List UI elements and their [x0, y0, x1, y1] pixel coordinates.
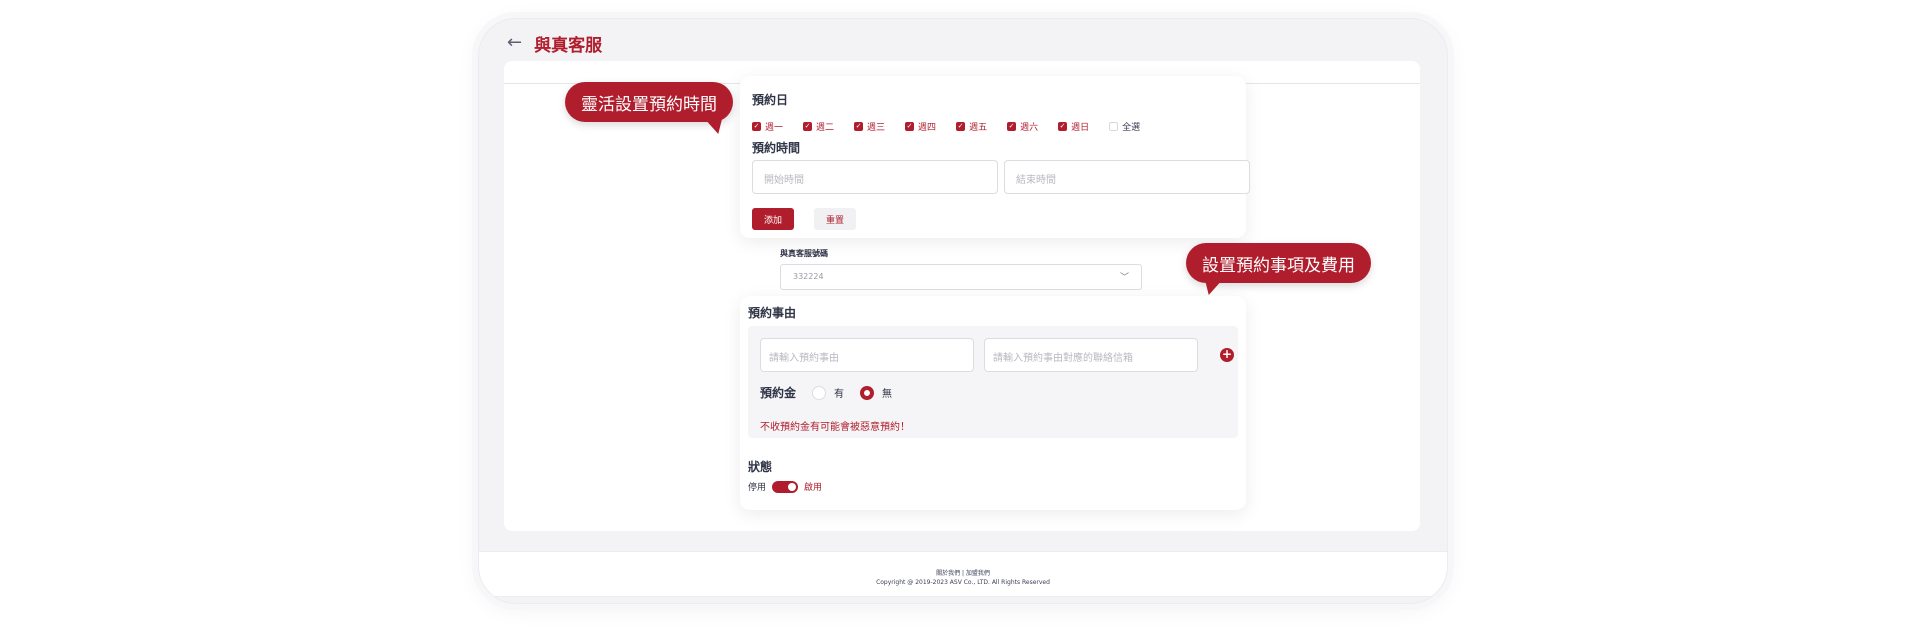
- fax-number-select[interactable]: 332224 ﹀: [780, 264, 1142, 290]
- reason-input[interactable]: 請輸入預約事由: [760, 338, 974, 372]
- deposit-yes-radio[interactable]: [812, 385, 827, 400]
- footer: 關於我們 | 加盟我們 Copyright @ 2019-2023 ASV Co…: [479, 551, 1447, 597]
- reason-box: 請輸入預約事由 請輸入預約事由對應的聯絡信箱 + 預約金 有 無 不收預約金有可…: [748, 326, 1238, 438]
- days-row: ✓ 週一 ✓ 週二 ✓ 週三 ✓ 週四 ✓ 週五 ✓ 週六 ✓ 週日 全選: [752, 120, 1160, 133]
- day-checkbox-fri[interactable]: ✓ 週五: [956, 120, 987, 133]
- check-icon: ✓: [905, 122, 915, 131]
- start-time-input[interactable]: 開始時間: [752, 160, 998, 194]
- reason-panel: 預約事由 請輸入預約事由 請輸入預約事由對應的聯絡信箱 + 預約金 有 無 不收…: [740, 296, 1246, 510]
- status-row: 停用 啟用: [748, 480, 822, 493]
- status-off-label: 停用: [748, 483, 767, 493]
- top-bar: ← 與真客服: [507, 25, 602, 61]
- fax-number-label: 與真客服號碼: [780, 249, 828, 258]
- check-icon: ✓: [1007, 122, 1017, 131]
- day-checkbox-sat[interactable]: ✓ 週六: [1007, 120, 1038, 133]
- check-icon: ✓: [956, 122, 966, 131]
- select-all-checkbox[interactable]: 全選: [1109, 120, 1140, 133]
- footer-links[interactable]: 關於我們 | 加盟我們: [479, 568, 1447, 577]
- day-checkbox-tue[interactable]: ✓ 週二: [803, 120, 834, 133]
- toggle-knob: [788, 482, 797, 491]
- reset-button[interactable]: 重置: [814, 208, 856, 230]
- deposit-row: 預約金 有 無: [760, 384, 908, 401]
- status-on-label: 啟用: [804, 483, 823, 493]
- day-checkbox-wed[interactable]: ✓ 週三: [854, 120, 885, 133]
- day-checkbox-sun[interactable]: ✓ 週日: [1058, 120, 1089, 133]
- time-title: 預約時間: [752, 141, 801, 155]
- deposit-no-radio[interactable]: [860, 385, 875, 400]
- deposit-warning: 不收預約金有可能會被惡意預約！: [760, 422, 910, 433]
- status-toggle[interactable]: [772, 480, 799, 493]
- check-icon: ✓: [1058, 122, 1068, 131]
- deposit-yes-label: 有: [834, 389, 845, 400]
- end-time-input[interactable]: 結束時間: [1004, 160, 1250, 194]
- callout-flexible-time: 靈活設置預約時間: [565, 82, 733, 134]
- copyright-text: Copyright @ 2019-2023 ASV Co., LTD. All …: [876, 579, 1050, 586]
- reason-email-input[interactable]: 請輸入預約事由對應的聯絡信箱: [984, 338, 1198, 372]
- deposit-no-label: 無: [882, 389, 893, 400]
- back-arrow-icon[interactable]: ←: [507, 34, 522, 52]
- status-title: 狀態: [748, 460, 773, 474]
- check-icon: ✓: [803, 122, 813, 131]
- page-title: 與真客服: [534, 35, 603, 56]
- check-icon: ✓: [854, 122, 864, 131]
- schedule-panel: 預約日 ✓ 週一 ✓ 週二 ✓ 週三 ✓ 週四 ✓ 週五 ✓ 週六 ✓ 週日 全選 預約時間 …: [740, 76, 1250, 238]
- reason-title: 預約事由: [748, 306, 797, 320]
- callout-items-fees: 設置預約事項及費用: [1186, 243, 1371, 295]
- day-checkbox-mon[interactable]: ✓ 週一: [752, 120, 783, 133]
- day-checkbox-thu[interactable]: ✓ 週四: [905, 120, 936, 133]
- add-button[interactable]: 添加: [752, 208, 794, 230]
- fax-number-value: 332224: [793, 272, 824, 281]
- add-reason-plus-icon[interactable]: +: [1220, 348, 1234, 362]
- days-title: 預約日: [752, 93, 789, 107]
- check-icon: ✓: [752, 122, 761, 131]
- deposit-label: 預約金: [760, 386, 797, 400]
- chevron-down-icon: ﹀: [1119, 273, 1129, 283]
- checkbox-icon: [1109, 122, 1119, 131]
